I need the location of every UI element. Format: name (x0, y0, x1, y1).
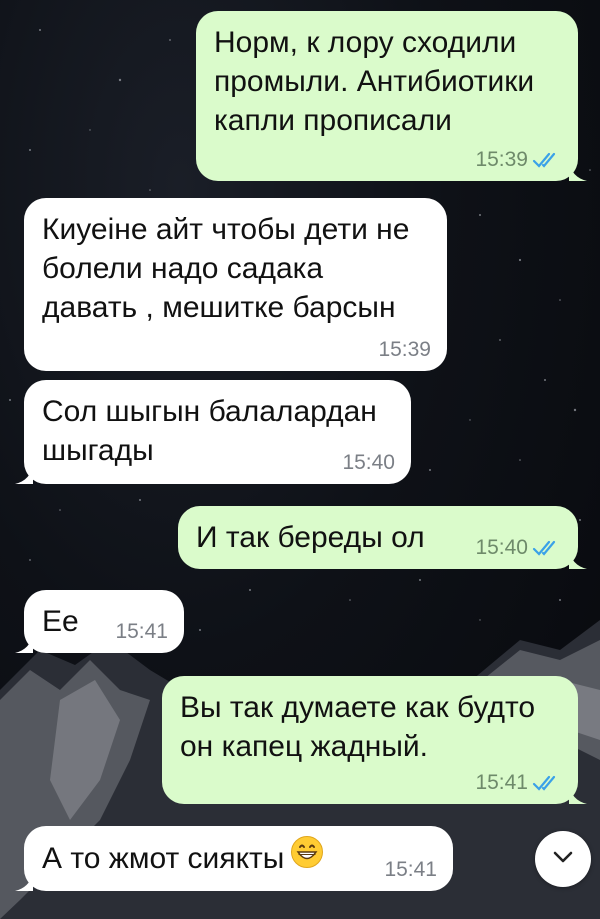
bubble-tail (15, 464, 33, 484)
message-bubble-outgoing[interactable]: И так береды ол 15:40 (178, 506, 587, 569)
message-time: 15:41 (475, 771, 528, 794)
message-text: Сол шыгын балалардан шыгады (42, 395, 377, 467)
bubble-tail (569, 784, 587, 804)
chevron-down-icon (552, 850, 574, 869)
message-time: 15:39 (378, 338, 431, 361)
bubble-tail (15, 871, 33, 891)
grinning-face-icon (290, 835, 324, 879)
message-text: Вы так думаете как будто он капец жадный… (180, 691, 536, 763)
message-meta: 15:40 (475, 536, 562, 560)
message-meta: 15:39 (475, 148, 562, 172)
double-check-icon (532, 773, 562, 793)
message-list[interactable]: Норм, к лору сходили промыли. Антибиотик… (0, 0, 600, 919)
message-time: 15:39 (475, 148, 528, 171)
bubble-tail (569, 161, 587, 181)
bubble-tail (569, 549, 587, 569)
message-text: А то жмот сиякты (42, 836, 324, 875)
message-meta: 15:41 (475, 771, 562, 795)
message-text: Норм, к лору сходили промыли. Антибиотик… (214, 26, 535, 137)
message-bubble-incoming[interactable]: Киуеіне айт чтобы дети не болели надо са… (24, 198, 447, 371)
message-text-content: А то жмот сиякты (42, 841, 285, 875)
message-meta: 15:40 (342, 451, 395, 475)
message-meta: 15:41 (115, 620, 168, 644)
double-check-icon (532, 150, 562, 170)
message-bubble-outgoing[interactable]: Вы так думаете как будто он капец жадный… (162, 676, 587, 804)
scroll-to-bottom-button[interactable] (535, 831, 591, 887)
message-time: 15:40 (475, 536, 528, 559)
message-time: 15:41 (384, 858, 437, 881)
message-bubble-incoming[interactable]: Сол шыгын балалардан шыгады 15:40 (15, 380, 411, 484)
message-meta: 15:39 (378, 338, 431, 362)
message-time: 15:41 (115, 620, 168, 643)
message-time: 15:40 (342, 451, 395, 474)
message-text: Киуеіне айт чтобы дети не болели надо са… (42, 213, 410, 324)
bubble-tail (15, 633, 33, 653)
double-check-icon (532, 538, 562, 558)
message-bubble-incoming[interactable]: Ее 15:41 (15, 590, 184, 653)
message-bubble-outgoing[interactable]: Норм, к лору сходили промыли. Антибиотик… (196, 11, 587, 181)
message-meta: 15:41 (384, 858, 437, 882)
message-bubble-incoming[interactable]: А то жмот сиякты 15:41 (15, 826, 453, 891)
